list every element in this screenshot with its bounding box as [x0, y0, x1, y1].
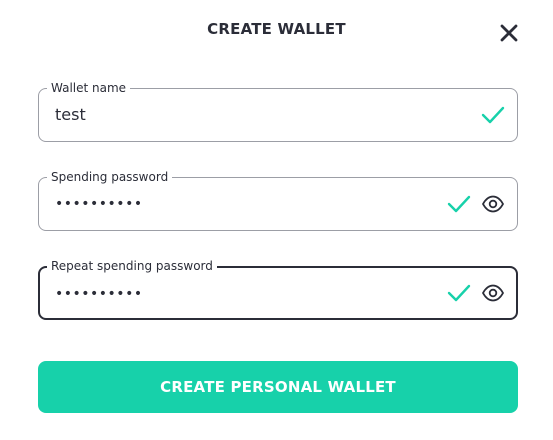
repeat-spending-password-field[interactable]: Repeat spending password •••••••••• [38, 258, 518, 320]
repeat-spending-password-label: Repeat spending password [47, 258, 217, 274]
checkmark-icon [447, 195, 471, 213]
checkmark-icon [447, 284, 471, 302]
create-personal-wallet-button[interactable]: CREATE PERSONAL WALLET [38, 361, 518, 413]
spending-password-field[interactable]: Spending password •••••••••• [38, 169, 518, 231]
wallet-name-value: test [55, 105, 86, 124]
wallet-name-field[interactable]: Wallet name test [38, 80, 518, 142]
checkmark-icon [481, 106, 505, 124]
repeat-spending-password-value: •••••••••• [55, 286, 143, 302]
spending-password-label: Spending password [47, 169, 173, 185]
dialog-title: CREATE WALLET [207, 20, 346, 38]
create-wallet-dialog: CREATE WALLET Wallet name test Spending … [0, 0, 553, 440]
close-icon[interactable] [498, 22, 520, 44]
spending-password-value: •••••••••• [55, 196, 143, 212]
eye-icon[interactable] [481, 192, 505, 216]
eye-icon[interactable] [481, 281, 505, 305]
wallet-name-label: Wallet name [47, 80, 131, 96]
